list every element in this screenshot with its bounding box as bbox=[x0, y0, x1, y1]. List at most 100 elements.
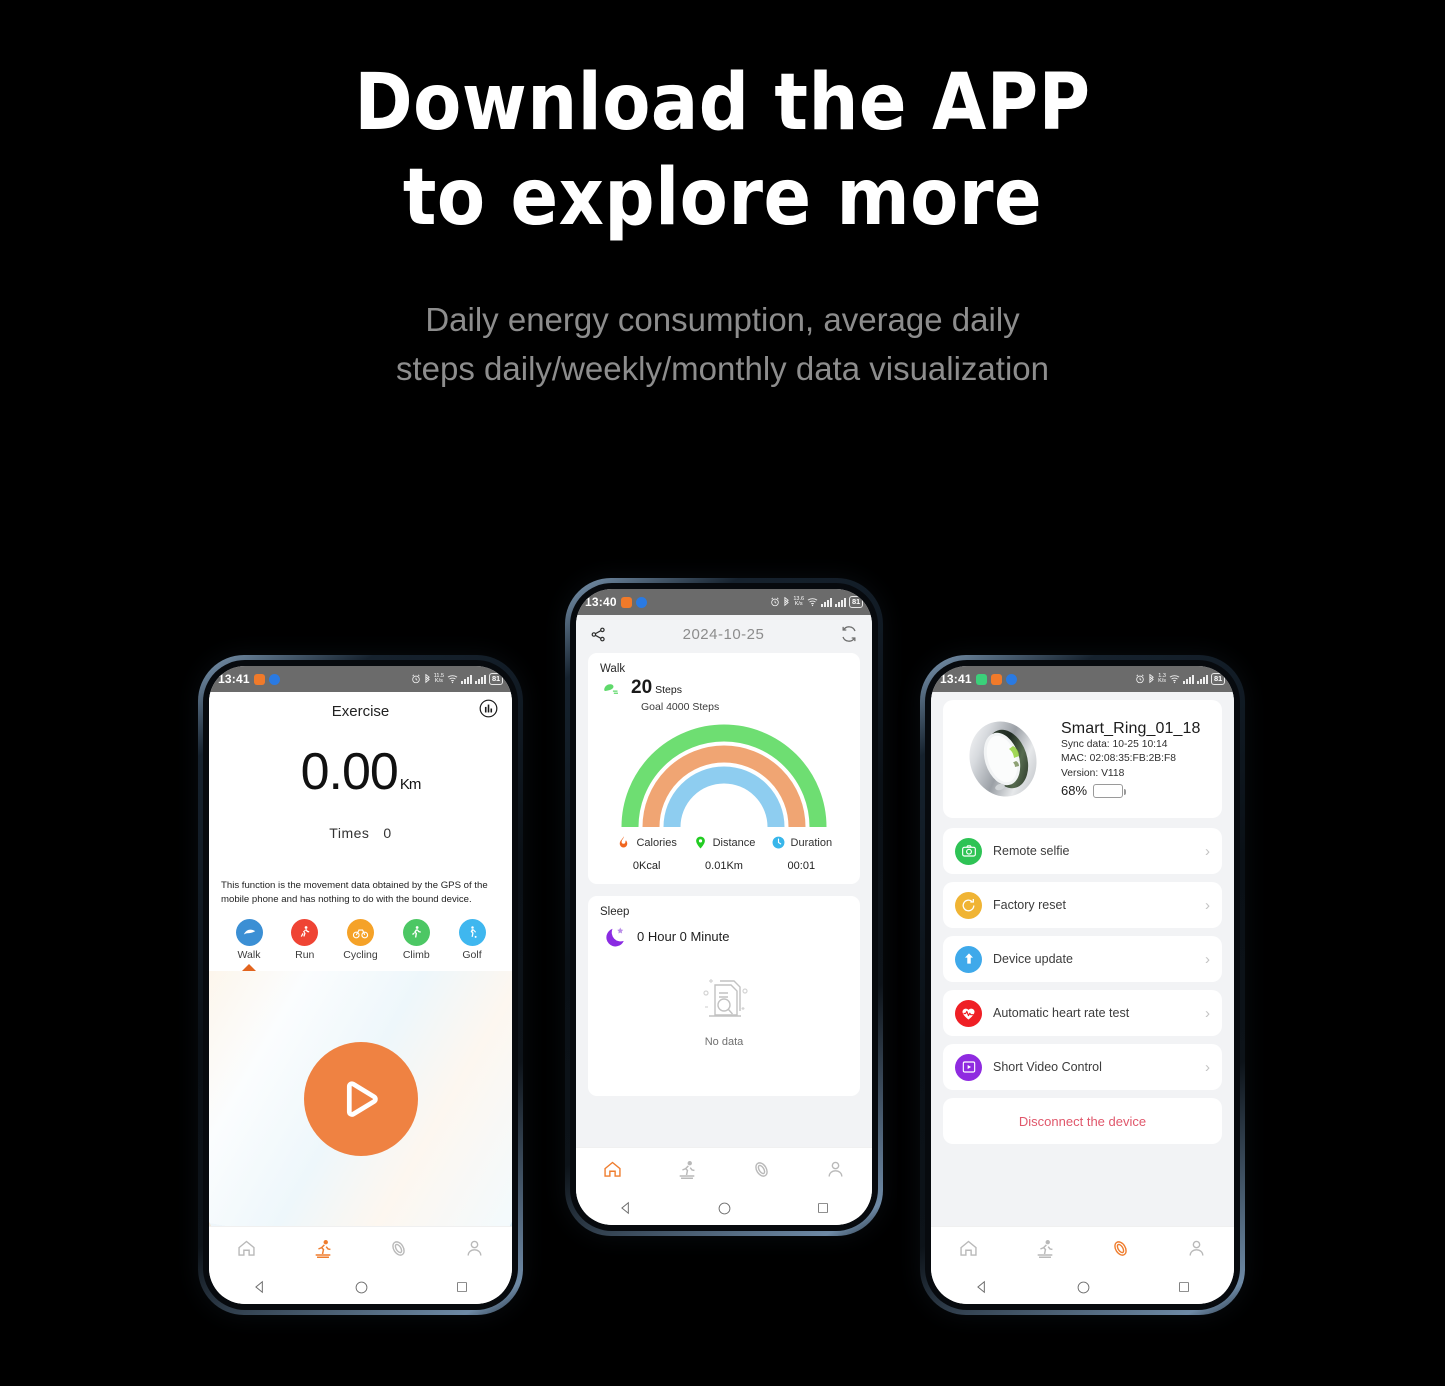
function-label: Device update bbox=[993, 952, 1073, 966]
chevron-right-icon: › bbox=[1205, 1058, 1210, 1076]
disconnect-device-button[interactable]: Disconnect the device bbox=[943, 1098, 1222, 1144]
network-speed-icon: 1.3 K/s bbox=[1158, 673, 1167, 684]
signal-icon-2 bbox=[475, 674, 487, 684]
device-mac: MAC: 02:08:35:FB:2B:F8 bbox=[1061, 753, 1177, 765]
device-info-card[interactable]: Smart_Ring_01_18 Sync data: 10-25 10:14 … bbox=[943, 700, 1222, 818]
android-nav-bar bbox=[576, 1191, 872, 1225]
headline-line-2: to explore more bbox=[402, 153, 1043, 243]
tab-home[interactable] bbox=[602, 1159, 623, 1180]
treadmill-icon bbox=[1037, 1239, 1053, 1258]
exercise-type-label: Walk bbox=[237, 949, 261, 961]
function-device-update[interactable]: Device update › bbox=[943, 936, 1222, 982]
treadmill-icon bbox=[679, 1160, 695, 1179]
bar-chart-icon[interactable] bbox=[479, 699, 498, 723]
tab-home[interactable] bbox=[236, 1238, 257, 1259]
bluetooth-icon bbox=[784, 596, 790, 606]
exercise-type-cycling[interactable]: Cycling bbox=[335, 919, 387, 971]
tab-exercise[interactable] bbox=[312, 1238, 334, 1260]
back-icon[interactable] bbox=[975, 1280, 989, 1294]
subtitle-line-1: Daily energy consumption, average daily bbox=[425, 301, 1020, 338]
no-data-label: No data bbox=[704, 1036, 744, 1048]
steps-goal: Goal 4000 Steps bbox=[641, 701, 720, 713]
dashboard-screen: 13:40 13.6 K/s 81 2024-10-25 Walk 20 Ste… bbox=[576, 589, 872, 1225]
tab-profile[interactable] bbox=[1186, 1238, 1207, 1259]
metric-header: Distance bbox=[685, 835, 762, 850]
tab-profile[interactable] bbox=[825, 1159, 846, 1180]
share-icon[interactable] bbox=[590, 626, 607, 643]
home-circle-icon[interactable] bbox=[355, 1281, 368, 1294]
network-speed-icon: 13.6 K/s bbox=[793, 596, 805, 607]
network-speed-icon: 11.5 K/s bbox=[433, 673, 445, 684]
walk-card[interactable]: Walk 20 Steps Goal 4000 Steps Calories 0… bbox=[588, 653, 860, 884]
selected-caret-icon bbox=[242, 964, 256, 971]
wifi-icon bbox=[807, 598, 818, 607]
rainbow-arc bbox=[621, 724, 827, 828]
exercise-type-walk[interactable]: Walk bbox=[223, 919, 275, 971]
recents-square-icon[interactable] bbox=[456, 1281, 468, 1293]
status-time: 13:40 bbox=[585, 595, 617, 609]
function-remote-selfie[interactable]: Remote selfie › bbox=[943, 828, 1222, 874]
exercise-type-run[interactable]: Run bbox=[279, 919, 331, 971]
sleep-summary-row: 0 Hour 0 Minute bbox=[600, 924, 848, 949]
battery-indicator: 81 bbox=[1211, 673, 1225, 685]
exercise-type-climb[interactable]: Climb bbox=[390, 919, 442, 971]
home-circle-icon[interactable] bbox=[718, 1202, 731, 1215]
chevron-right-icon: › bbox=[1205, 950, 1210, 968]
no-data-icon bbox=[703, 979, 748, 1017]
device-battery-row: 68% bbox=[1061, 783, 1200, 798]
tab-profile[interactable] bbox=[464, 1238, 485, 1259]
moon-star-icon bbox=[606, 927, 624, 947]
metric-label: Calories bbox=[636, 836, 677, 849]
home-circle-icon[interactable] bbox=[1077, 1281, 1090, 1294]
person-icon bbox=[1189, 1240, 1204, 1256]
metric-label: Distance bbox=[712, 836, 756, 849]
start-exercise-button[interactable] bbox=[303, 1041, 418, 1156]
sleep-card-title: Sleep bbox=[600, 906, 630, 918]
device-version: Version: V118 bbox=[1061, 767, 1125, 779]
camera-icon bbox=[955, 837, 982, 865]
exercise-type-golf[interactable]: Golf bbox=[446, 919, 498, 971]
gps-map-area[interactable] bbox=[209, 971, 512, 1226]
function-short-video-control[interactable]: Short Video Control › bbox=[943, 1044, 1222, 1090]
battery-percent: 68% bbox=[1061, 783, 1088, 799]
metric-label: Duration bbox=[790, 836, 833, 849]
signal-icon-1 bbox=[461, 674, 473, 684]
notification-icon-green bbox=[975, 673, 987, 685]
tab-device[interactable] bbox=[751, 1159, 772, 1180]
sleep-card[interactable]: Sleep 0 Hour 0 Minute No data bbox=[588, 896, 860, 1096]
bottom-tab-bar bbox=[576, 1147, 872, 1191]
exercise-type-selector: Walk Run Cycling Climb Golf bbox=[209, 907, 512, 971]
function-label: Factory reset bbox=[993, 898, 1066, 912]
tab-device[interactable] bbox=[1110, 1238, 1131, 1259]
tab-exercise[interactable] bbox=[1034, 1238, 1056, 1260]
exercise-header: Exercise bbox=[209, 692, 512, 730]
recents-square-icon[interactable] bbox=[1178, 1281, 1190, 1293]
disconnect-label: Disconnect the device bbox=[1018, 1113, 1147, 1129]
times-row: Times 0 bbox=[209, 825, 512, 841]
home-icon bbox=[238, 1240, 255, 1256]
metric-value: 0Kcal bbox=[632, 860, 661, 872]
tab-home[interactable] bbox=[958, 1238, 979, 1259]
status-bar: 13:41 11.5 K/s 81 bbox=[209, 666, 512, 692]
tab-device[interactable] bbox=[388, 1238, 409, 1259]
wifi-icon bbox=[1169, 675, 1180, 684]
date-label: 2024-10-25 bbox=[682, 625, 765, 643]
refresh-icon[interactable] bbox=[840, 625, 858, 643]
function-heart-rate-test[interactable]: Automatic heart rate test › bbox=[943, 990, 1222, 1036]
back-icon[interactable] bbox=[253, 1280, 267, 1294]
status-bar-right: 1.3 K/s 81 bbox=[1135, 673, 1225, 685]
home-icon bbox=[960, 1240, 977, 1256]
function-factory-reset[interactable]: Factory reset › bbox=[943, 882, 1222, 928]
phone-mockup-device: 13:41 1.3 K/s 81 Smart_Ring_01_18 Sync d… bbox=[920, 655, 1245, 1315]
notification-icon-orange bbox=[620, 596, 632, 608]
device-details: Smart_Ring_01_18 Sync data: 10-25 10:14 … bbox=[1061, 720, 1200, 799]
tab-exercise[interactable] bbox=[676, 1159, 698, 1181]
back-icon[interactable] bbox=[619, 1201, 633, 1215]
chevron-right-icon: › bbox=[1205, 896, 1210, 914]
upload-arrow-icon bbox=[955, 945, 982, 973]
recents-square-icon[interactable] bbox=[817, 1202, 829, 1214]
android-nav-bar bbox=[209, 1270, 512, 1304]
page-subtitle: Daily energy consumption, average daily … bbox=[0, 295, 1445, 393]
progress-arc-chart bbox=[600, 719, 848, 831]
reset-icon bbox=[955, 891, 982, 919]
